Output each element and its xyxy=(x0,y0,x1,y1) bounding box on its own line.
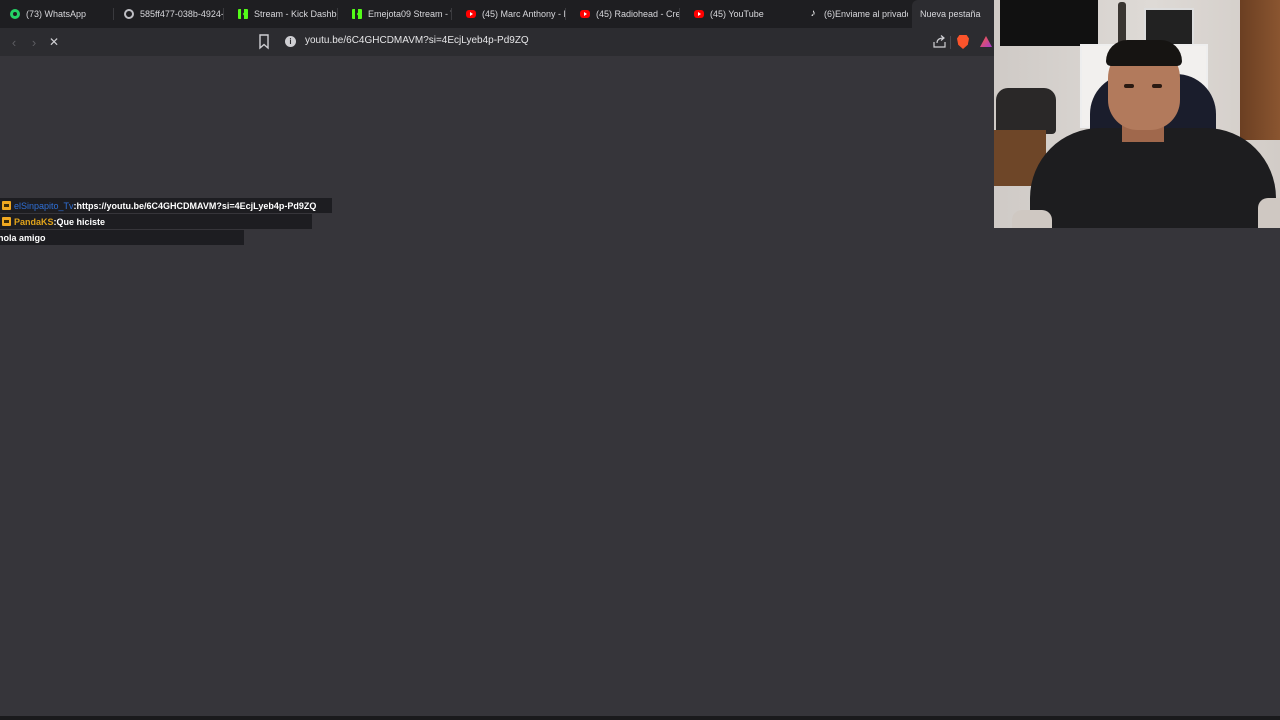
bottom-edge xyxy=(0,716,1280,720)
stream-chat-overlay: elSinpapito_Tv : https://youtu.be/6C4GHC… xyxy=(0,198,333,246)
tab-label: Emejota09 Stream - W xyxy=(368,9,452,19)
site-info-icon[interactable]: i xyxy=(285,36,296,47)
chat-username: elSinpapito_Tv xyxy=(14,200,74,211)
tab-tiktok[interactable]: ♪ (6)Enviame al privado xyxy=(808,0,909,28)
door xyxy=(1240,0,1280,140)
address-bar[interactable]: youtu.be/6C4GHCDMAVM?si=4EcjLyeb4p-Pd9ZQ xyxy=(305,35,529,46)
trophy xyxy=(1118,2,1126,44)
tab-label: Stream - Kick Dashboa xyxy=(254,9,338,19)
youtube-icon xyxy=(694,10,704,18)
whatsapp-icon xyxy=(10,9,20,19)
kick-icon xyxy=(238,9,248,19)
tab-label: 585ff477-038b-4924-b xyxy=(140,9,224,19)
back-button[interactable]: ‹ xyxy=(4,28,24,56)
television xyxy=(1000,0,1098,46)
tab-kick-dashboard[interactable]: Stream - Kick Dashboa xyxy=(238,0,338,28)
youtube-icon xyxy=(580,10,590,18)
globe-icon xyxy=(124,9,134,19)
chat-message: elSinpapito_Tv : https://youtu.be/6C4GHC… xyxy=(0,198,333,213)
tab-bar: (73) WhatsApp 585ff477-038b-4924-b Strea… xyxy=(0,0,1006,28)
chat-message-text: hola amigo xyxy=(0,232,46,243)
chat-message-text: Que hiciste xyxy=(56,216,106,227)
forward-button[interactable]: › xyxy=(24,28,44,56)
tab-kick-stream[interactable]: Emejota09 Stream - W xyxy=(352,0,452,28)
webcam-feed xyxy=(994,0,1280,228)
youtube-icon xyxy=(466,10,476,18)
browser-toolbar: ‹ › ✕ i youtu.be/6C4GHCDMAVM?si=4EcjLyeb… xyxy=(0,28,994,56)
tab-divider xyxy=(223,8,224,20)
tab-label: (73) WhatsApp xyxy=(26,9,87,19)
stop-loading-button[interactable]: ✕ xyxy=(44,28,64,56)
chevron-left-icon: ‹ xyxy=(11,34,17,50)
kick-icon xyxy=(352,9,362,19)
tab-new-tab-active[interactable]: Nueva pestaña xyxy=(912,0,1006,28)
share-icon[interactable] xyxy=(933,35,946,48)
tab-label: Nueva pestaña xyxy=(920,9,981,19)
tab-label: (45) Radiohead - Creep xyxy=(596,9,680,19)
tab-label: (45) Marc Anthony - H xyxy=(482,9,566,19)
tab-youtube[interactable]: (45) YouTube xyxy=(694,0,794,28)
chat-username: PandaKS xyxy=(14,216,54,227)
chevron-right-icon: › xyxy=(31,34,37,50)
tab-youtube-radiohead[interactable]: (45) Radiohead - Creep xyxy=(580,0,680,28)
brave-rewards-icon[interactable] xyxy=(980,36,992,47)
subscriber-badge-icon xyxy=(2,201,11,210)
brave-shields-icon[interactable] xyxy=(957,35,969,49)
tab-divider xyxy=(113,8,114,20)
streamer xyxy=(1030,128,1276,228)
chat-message-text: https://youtu.be/6C4GHCDMAVM?si=4EcjLyeb… xyxy=(76,200,317,211)
tab-divider xyxy=(451,8,452,20)
tiktok-icon: ♪ xyxy=(810,8,816,19)
chat-message: hola amigo xyxy=(0,230,244,245)
subscriber-badge-icon xyxy=(2,217,11,226)
chat-message: PandaKS : Que hiciste xyxy=(0,214,312,229)
tab-label: (45) YouTube xyxy=(710,9,764,19)
toolbar-divider xyxy=(950,36,951,49)
tab-divider xyxy=(565,8,566,20)
bookmark-icon[interactable] xyxy=(258,34,270,50)
tab-divider xyxy=(337,8,338,20)
tab-divider xyxy=(679,8,680,20)
tab-whatsapp[interactable]: (73) WhatsApp xyxy=(10,0,114,28)
tab-youtube-marc-anthony[interactable]: (45) Marc Anthony - H xyxy=(466,0,566,28)
tab-uuid-page[interactable]: 585ff477-038b-4924-b xyxy=(124,0,224,28)
close-icon: ✕ xyxy=(48,35,60,49)
tab-label: (6)Enviame al privado xyxy=(824,9,908,19)
